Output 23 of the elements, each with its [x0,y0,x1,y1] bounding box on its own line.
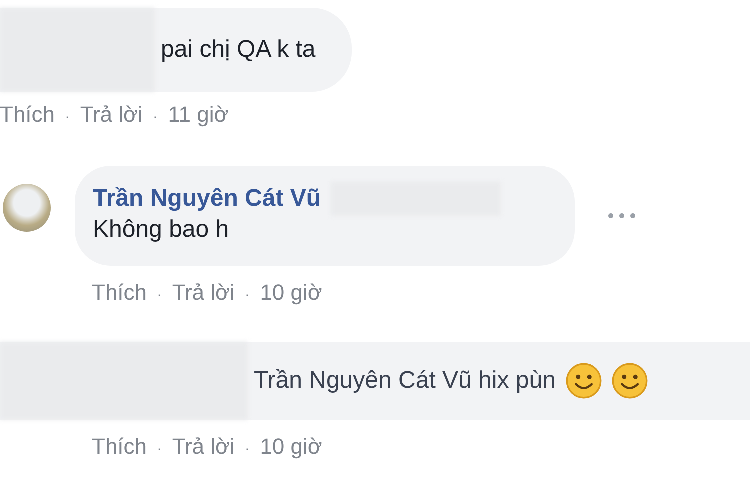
separator: · [152,109,158,127]
reply-link[interactable]: Trả lời [80,102,143,128]
separator: · [157,441,162,459]
avatar-icon[interactable] [3,184,51,232]
comment-text: Trần Nguyên Cát Vũ hix pùn [254,367,556,395]
separator: · [244,287,250,305]
like-link[interactable]: Thích [0,102,56,128]
timestamp[interactable]: 10 giờ [260,434,322,460]
separator: · [157,287,162,305]
smiley-icon [612,363,648,399]
more-icon[interactable] [607,212,637,220]
reply-link[interactable]: Trả lời [172,434,235,460]
like-link[interactable]: Thích [92,280,148,306]
comment-text: pai chị QA k ta [161,36,316,64]
like-link[interactable]: Thích [92,434,148,460]
reply-link[interactable]: Trả lời [172,280,235,306]
separator: · [244,441,250,459]
comment-text: Không bao h [93,216,230,244]
timestamp[interactable]: 11 giờ [168,102,229,128]
separator: · [65,109,70,127]
timestamp[interactable]: 10 giờ [260,280,322,306]
author-name[interactable]: Trần Nguyên Cát Vũ [93,185,322,213]
smiley-icon [566,363,602,399]
